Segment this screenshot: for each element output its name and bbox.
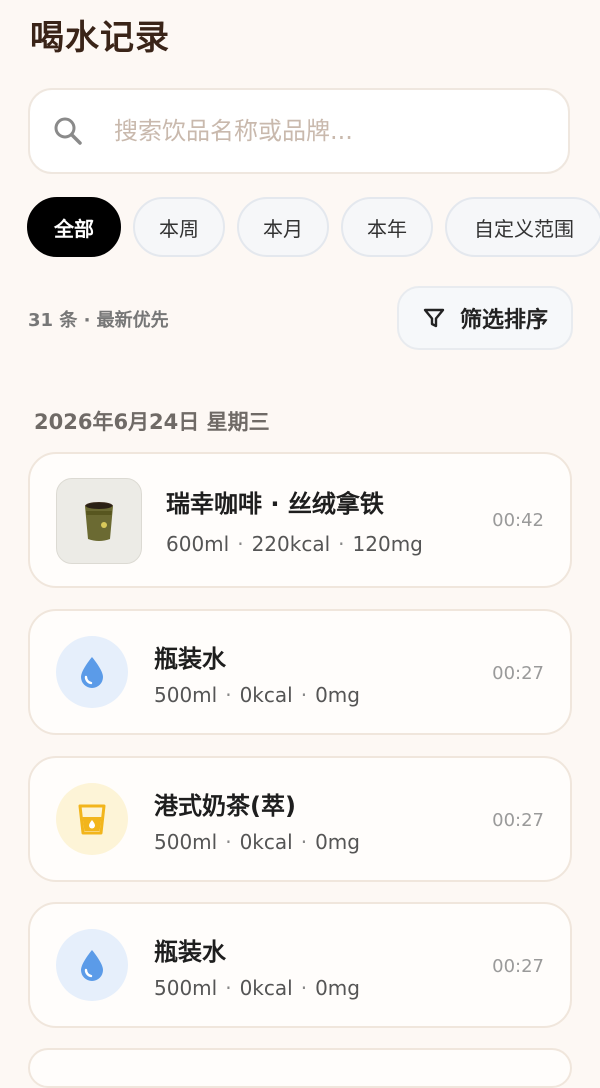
chip-this-week[interactable]: 本周	[133, 197, 225, 257]
chip-this-month[interactable]: 本月	[237, 197, 329, 257]
drink-calories: 0kcal	[239, 683, 293, 707]
separator-dot: ·	[237, 532, 244, 556]
list-item[interactable]: 港式奶茶(萃) 500ml · 0kcal · 0mg 00:27	[28, 756, 572, 882]
drink-time: 00:27	[492, 810, 544, 831]
funnel-icon	[422, 306, 446, 330]
drink-time: 00:27	[492, 956, 544, 977]
chip-all[interactable]: 全部	[27, 197, 121, 257]
chip-custom-range[interactable]: 自定义范围	[445, 197, 600, 257]
drink-name: 瓶装水	[154, 938, 226, 966]
page-title: 喝水记录	[30, 18, 170, 58]
drink-meta: 500ml · 0kcal · 0mg	[154, 976, 360, 1000]
drink-time: 00:42	[492, 510, 544, 531]
drink-volume: 500ml	[154, 683, 218, 707]
separator-dot: ·	[225, 976, 232, 1000]
drink-name: 瑞幸咖啡 · 丝绒拿铁	[166, 490, 384, 518]
water-drop-icon	[56, 929, 128, 1001]
drink-volume: 500ml	[154, 976, 218, 1000]
search-bar[interactable]	[28, 88, 570, 174]
drink-meta: 500ml · 0kcal · 0mg	[154, 830, 360, 854]
separator-dot: ·	[300, 976, 308, 1000]
milk-tea-cup-icon	[56, 783, 128, 855]
separator-dot: ·	[338, 532, 345, 556]
separator-dot: ·	[225, 830, 232, 854]
drink-meta: 500ml · 0kcal · 0mg	[154, 683, 360, 707]
separator-dot: ·	[300, 830, 308, 854]
chip-this-year[interactable]: 本年	[341, 197, 433, 257]
drink-caffeine: 0mg	[315, 976, 360, 1000]
list-item[interactable]: 瓶装水 500ml · 0kcal · 0mg 00:27	[28, 902, 572, 1028]
water-drop-icon	[56, 636, 128, 708]
drink-name: 港式奶茶(萃)	[154, 792, 296, 820]
drink-calories: 0kcal	[239, 830, 293, 854]
drink-caffeine: 120mg	[352, 532, 423, 556]
filter-sort-label: 筛选排序	[459, 308, 548, 333]
drink-time: 00:27	[492, 663, 544, 684]
search-input[interactable]	[112, 116, 536, 146]
separator-dot: ·	[225, 683, 232, 707]
record-count: 31 条 · 最新优先	[28, 310, 169, 331]
separator-dot: ·	[300, 683, 308, 707]
search-icon	[52, 115, 84, 147]
filter-sort-button[interactable]: 筛选排序	[397, 286, 573, 350]
drink-name: 瓶装水	[154, 645, 226, 673]
list-item[interactable]: 瓶装水 500ml · 0kcal · 0mg 00:27	[28, 609, 572, 735]
drink-calories: 220kcal	[251, 532, 331, 556]
drink-volume: 500ml	[154, 830, 218, 854]
drink-calories: 0kcal	[239, 976, 293, 1000]
drink-caffeine: 0mg	[315, 830, 360, 854]
list-item[interactable]	[28, 1048, 572, 1088]
date-range-chips: 全部 本周 本月 本年 自定义范围	[27, 197, 600, 257]
drink-volume: 600ml	[166, 532, 230, 556]
drink-caffeine: 0mg	[315, 683, 360, 707]
date-group-header: 2026年6月24日 星期三	[34, 410, 270, 434]
list-item[interactable]: 瑞幸咖啡 · 丝绒拿铁 600ml · 220kcal · 120mg 00:42	[28, 452, 572, 588]
drink-meta: 600ml · 220kcal · 120mg	[166, 532, 423, 556]
coffee-cup-photo	[56, 478, 142, 564]
